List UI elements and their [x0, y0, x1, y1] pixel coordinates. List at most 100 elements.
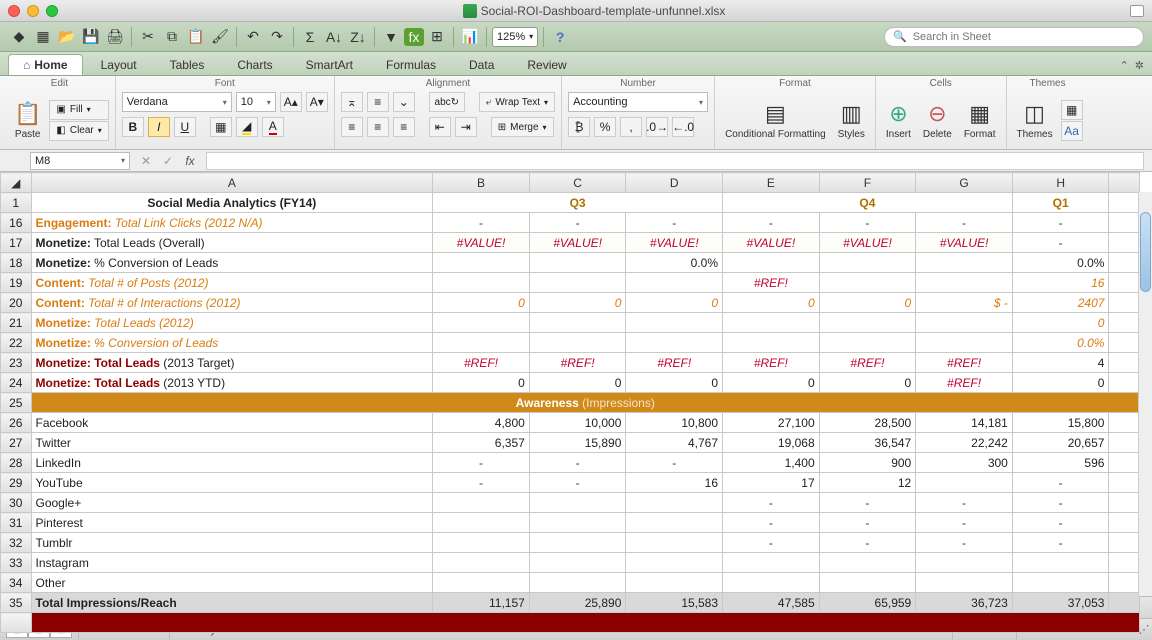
theme-fonts-button[interactable]: Aa: [1061, 121, 1083, 141]
row-header[interactable]: 31: [1, 513, 32, 533]
cell[interactable]: -: [723, 533, 820, 553]
cell[interactable]: [723, 253, 820, 273]
cell[interactable]: [626, 513, 723, 533]
copy-icon[interactable]: ⧉: [161, 26, 183, 48]
cell[interactable]: 0: [723, 293, 820, 313]
cell[interactable]: [723, 313, 820, 333]
cell[interactable]: -: [1012, 513, 1109, 533]
cell[interactable]: Content: Total # of Interactions (2012): [31, 293, 433, 313]
cell[interactable]: 15,890: [529, 433, 626, 453]
format-painter-icon[interactable]: 🖌: [209, 26, 231, 48]
cell[interactable]: -: [723, 493, 820, 513]
bold-button[interactable]: B: [122, 117, 144, 137]
cell[interactable]: [31, 613, 1140, 633]
cell[interactable]: 12: [819, 473, 916, 493]
cell[interactable]: 65,959: [819, 593, 916, 613]
row-header[interactable]: 30: [1, 493, 32, 513]
row-header[interactable]: 18: [1, 253, 32, 273]
number-format-select[interactable]: Accounting▾: [568, 92, 708, 112]
col-header[interactable]: A: [31, 173, 433, 193]
cell[interactable]: [529, 253, 626, 273]
tab-layout[interactable]: Layout: [86, 54, 152, 75]
col-header[interactable]: [1109, 173, 1140, 193]
cell[interactable]: Social Media Analytics (FY14): [31, 193, 433, 213]
cell[interactable]: [626, 573, 723, 593]
cell[interactable]: 1,400: [723, 453, 820, 473]
worksheet-area[interactable]: ◢ A B C D E F G H 1Social Media Analytic…: [0, 172, 1152, 596]
row-header[interactable]: 34: [1, 573, 32, 593]
cell[interactable]: #REF!: [529, 353, 626, 373]
open-icon[interactable]: 📂: [56, 26, 78, 48]
cell[interactable]: Monetize: Total Leads (2013 YTD): [31, 373, 433, 393]
paste-button[interactable]: 📋Paste: [10, 99, 45, 142]
new-icon[interactable]: ▦: [32, 26, 54, 48]
cell[interactable]: 0: [433, 373, 530, 393]
cell[interactable]: [433, 273, 530, 293]
cell[interactable]: 0: [529, 293, 626, 313]
cell[interactable]: 11,157: [433, 593, 530, 613]
cell[interactable]: #VALUE!: [529, 233, 626, 253]
cell[interactable]: Facebook: [31, 413, 433, 433]
spreadsheet-grid[interactable]: ◢ A B C D E F G H 1Social Media Analytic…: [0, 172, 1140, 633]
align-left-button[interactable]: ≡: [341, 117, 363, 137]
cell[interactable]: 4,800: [433, 413, 530, 433]
cell[interactable]: [916, 333, 1013, 353]
cell[interactable]: [529, 533, 626, 553]
select-all-corner[interactable]: ◢: [1, 173, 32, 193]
cell[interactable]: [1109, 473, 1140, 493]
percent-button[interactable]: %: [594, 117, 616, 137]
cell[interactable]: #REF!: [723, 273, 820, 293]
cell[interactable]: 0: [1012, 373, 1109, 393]
undo-icon[interactable]: ↶: [242, 26, 264, 48]
cell[interactable]: [1109, 433, 1140, 453]
increase-decimal-button[interactable]: .0→: [646, 117, 668, 137]
cell[interactable]: [819, 253, 916, 273]
col-header[interactable]: F: [819, 173, 916, 193]
row-header[interactable]: 27: [1, 433, 32, 453]
autosum-icon[interactable]: Σ: [299, 26, 321, 48]
cell[interactable]: 0: [529, 373, 626, 393]
font-name-select[interactable]: Verdana▾: [122, 92, 232, 112]
cell[interactable]: -: [916, 213, 1013, 233]
cell[interactable]: [1012, 553, 1109, 573]
cell[interactable]: 0: [819, 373, 916, 393]
cell[interactable]: [1109, 333, 1140, 353]
formula-input[interactable]: [206, 152, 1144, 170]
cell[interactable]: [529, 553, 626, 573]
cell[interactable]: -: [529, 473, 626, 493]
row-header[interactable]: 23: [1, 353, 32, 373]
cell[interactable]: [529, 493, 626, 513]
cell[interactable]: [626, 333, 723, 353]
cell[interactable]: [916, 253, 1013, 273]
cell[interactable]: 36,547: [819, 433, 916, 453]
ribbon-collapse-icon[interactable]: ⌃: [1120, 59, 1129, 72]
align-bottom-button[interactable]: ⌄: [393, 92, 415, 112]
cut-icon[interactable]: ✂: [137, 26, 159, 48]
cell[interactable]: [723, 333, 820, 353]
col-header[interactable]: B: [433, 173, 530, 193]
row-header[interactable]: 1: [1, 193, 32, 213]
column-headers[interactable]: ◢ A B C D E F G H: [1, 173, 1140, 193]
cell[interactable]: 20,657: [1012, 433, 1109, 453]
shrink-font-button[interactable]: A▾: [306, 92, 328, 112]
row-header[interactable]: 33: [1, 553, 32, 573]
cell[interactable]: [1109, 593, 1140, 613]
sort-az-icon[interactable]: A↓: [323, 26, 345, 48]
row-header[interactable]: 24: [1, 373, 32, 393]
cell[interactable]: #REF!: [433, 353, 530, 373]
cell[interactable]: 14,181: [916, 413, 1013, 433]
cell[interactable]: [626, 553, 723, 573]
name-box[interactable]: M8▾: [30, 152, 130, 170]
fullscreen-icon[interactable]: [1130, 5, 1144, 17]
cell[interactable]: [916, 273, 1013, 293]
cell[interactable]: 36,723: [916, 593, 1013, 613]
zoom-select[interactable]: 125%▾: [492, 27, 538, 47]
cell[interactable]: #VALUE!: [723, 233, 820, 253]
cell[interactable]: -: [433, 473, 530, 493]
row-header[interactable]: 32: [1, 533, 32, 553]
chart-icon[interactable]: 📊: [459, 26, 481, 48]
orientation-button[interactable]: abc↻: [429, 92, 465, 112]
cell[interactable]: -: [723, 513, 820, 533]
cell[interactable]: [1109, 213, 1140, 233]
cell[interactable]: #VALUE!: [433, 233, 530, 253]
